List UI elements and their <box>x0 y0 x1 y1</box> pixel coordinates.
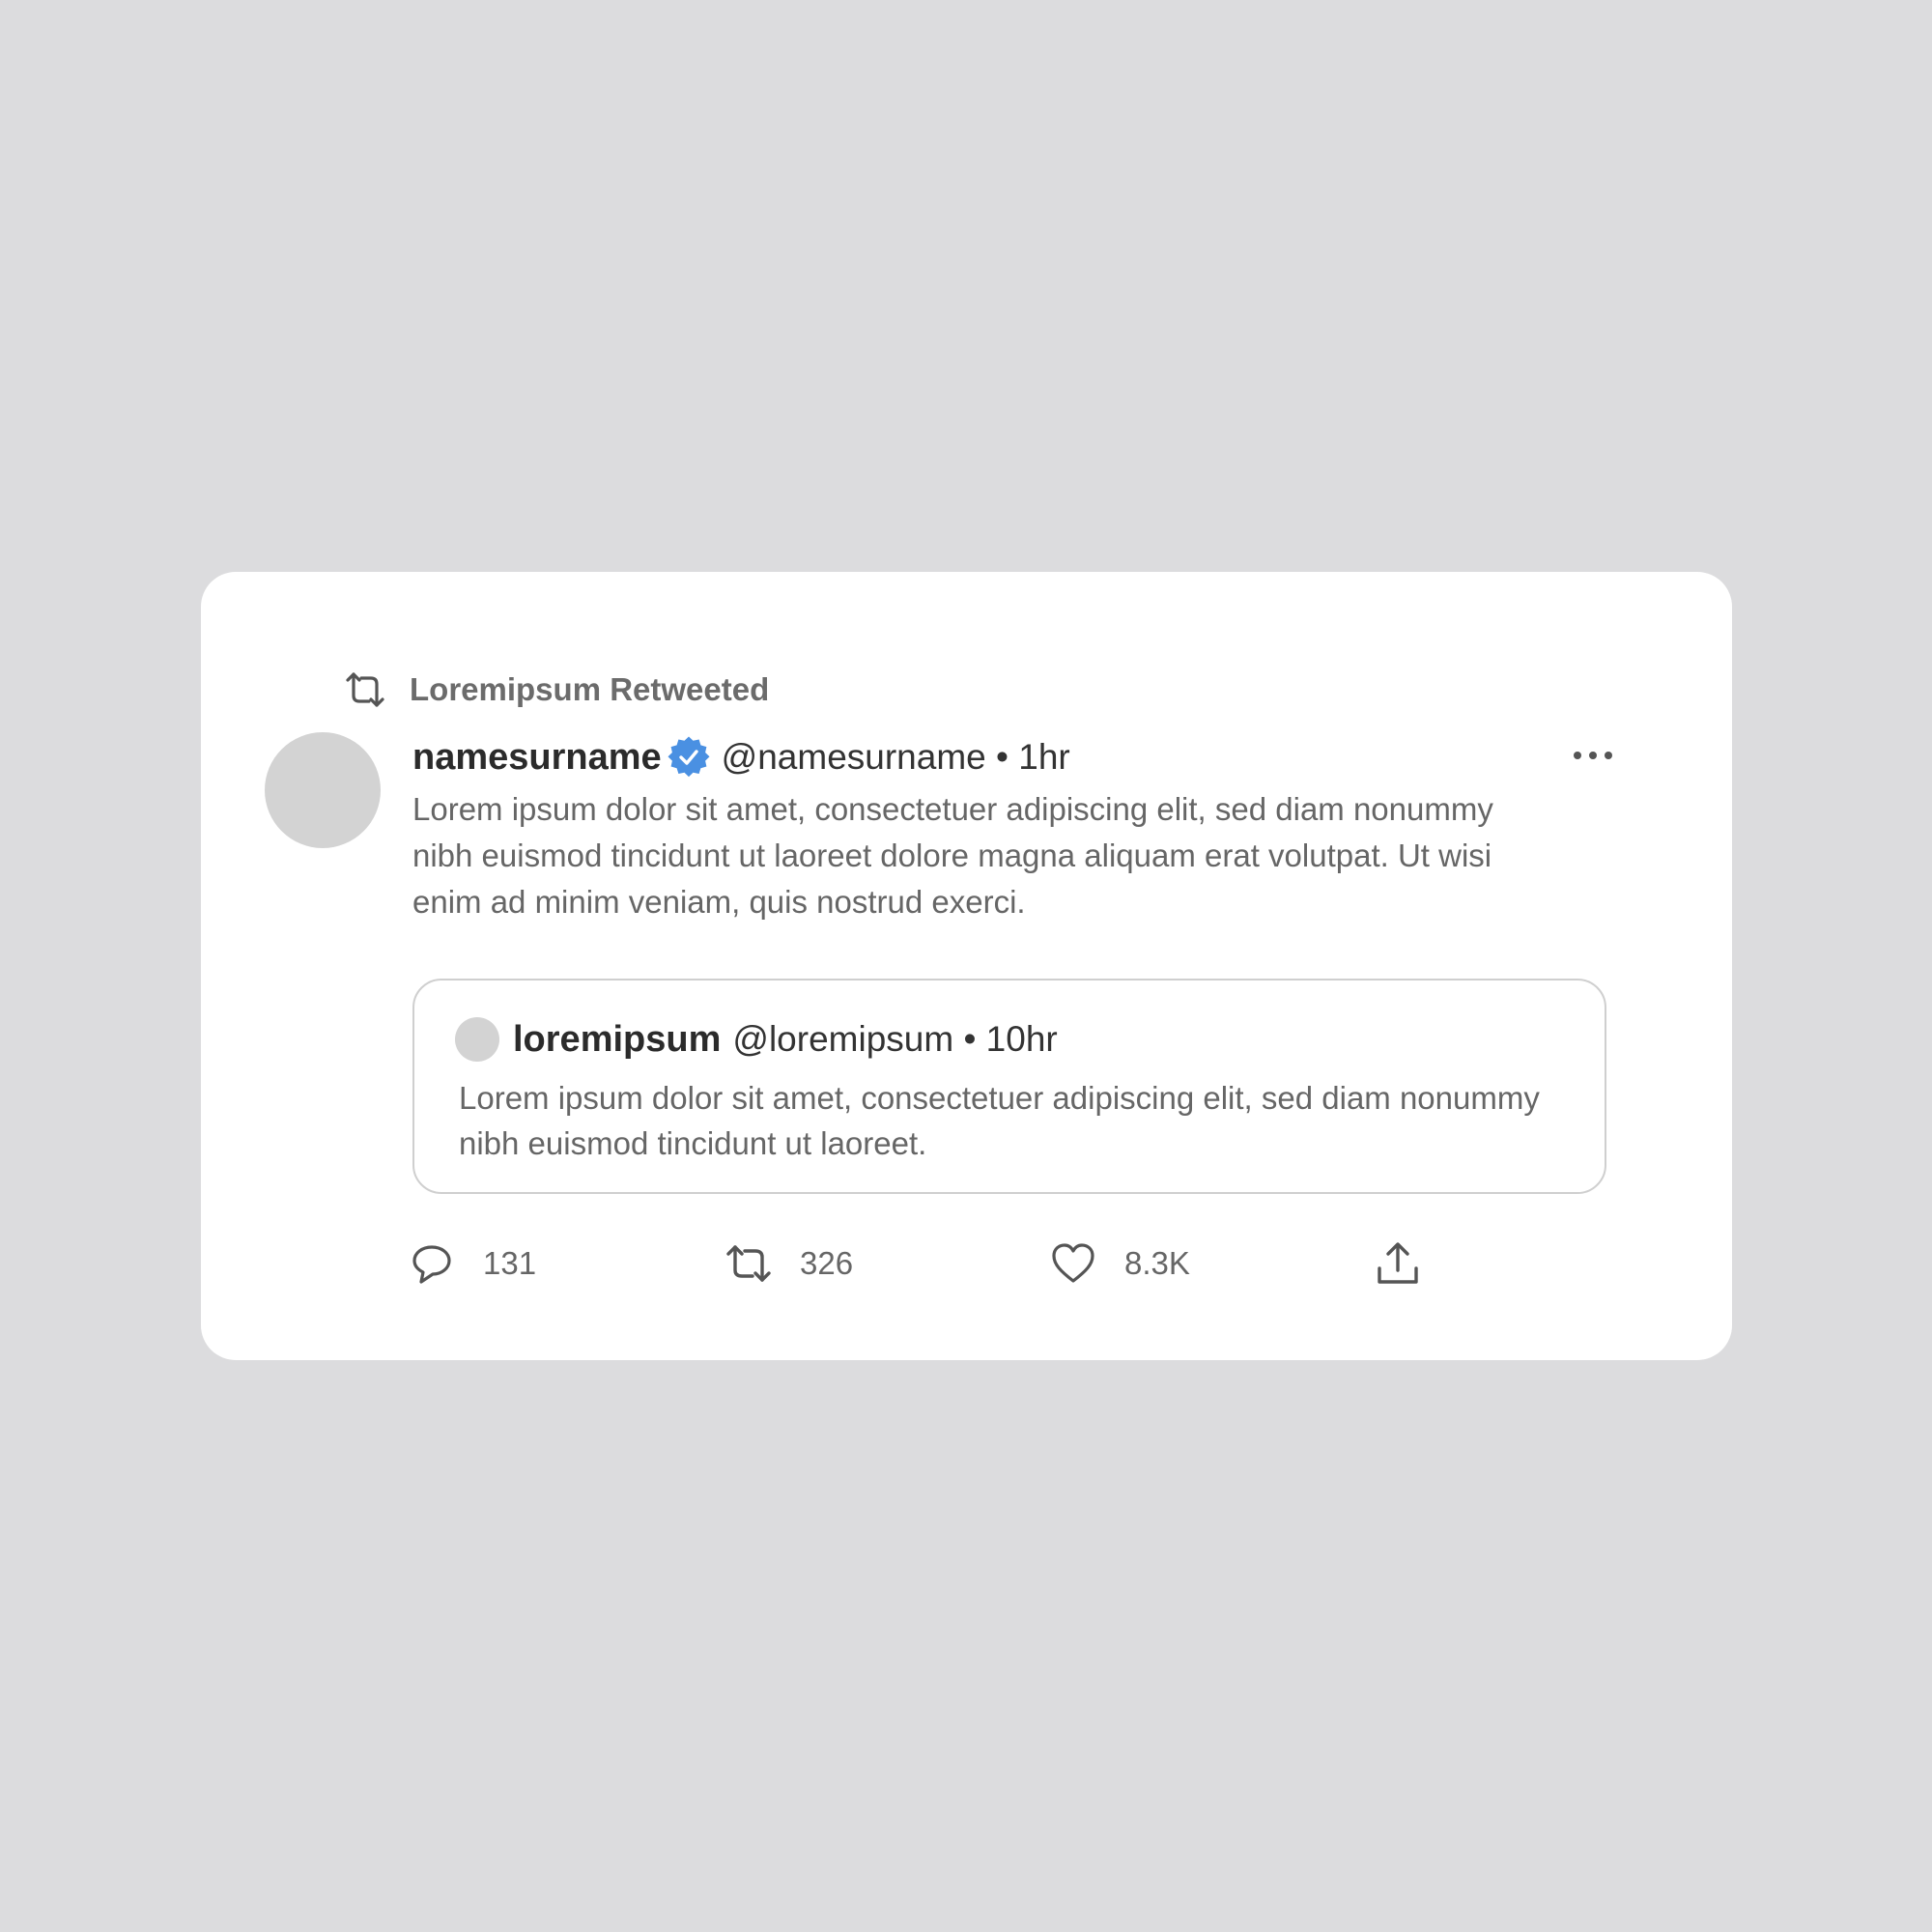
more-options-button[interactable] <box>1570 734 1616 781</box>
retweet-icon <box>724 1239 773 1288</box>
quoted-author-avatar <box>455 1017 499 1062</box>
retweet-count: 326 <box>800 1245 854 1281</box>
retweet-button[interactable]: 326 <box>724 1235 853 1293</box>
like-button[interactable]: 8.3K <box>1049 1235 1190 1293</box>
author-display-name[interactable]: namesurname <box>412 737 662 779</box>
more-horizontal-icon <box>1570 749 1616 766</box>
quoted-author-handle-and-time: @loremipsum • 10hr <box>732 1019 1058 1059</box>
tweet-body: Lorem ipsum dolor sit amet, consectetuer… <box>412 791 1493 920</box>
reply-count: 131 <box>483 1245 537 1281</box>
reply-button[interactable]: 131 <box>408 1235 536 1293</box>
tweet-card[interactable]: Loremipsum Retweeted namesurname @namesu… <box>201 572 1732 1360</box>
tweet-actions: 131 326 8.3K <box>408 1235 1519 1293</box>
retweet-banner-text[interactable]: Loremipsum Retweeted <box>410 671 769 708</box>
tweet-header: namesurname @namesurname • 1hr <box>412 732 1070 782</box>
reply-icon <box>408 1239 456 1288</box>
quoted-author-display-name: loremipsum <box>513 1018 722 1060</box>
share-icon <box>1374 1239 1422 1288</box>
heart-icon <box>1049 1239 1097 1288</box>
author-handle-and-time[interactable]: @namesurname • 1hr <box>722 737 1070 778</box>
author-avatar[interactable] <box>265 732 381 848</box>
like-count: 8.3K <box>1124 1245 1190 1281</box>
quoted-tweet[interactable]: loremipsum @loremipsum • 10hr Lorem ipsu… <box>412 979 1606 1194</box>
share-button[interactable] <box>1374 1235 1422 1293</box>
quoted-tweet-body: Lorem ipsum dolor sit amet, consectetuer… <box>459 1080 1540 1161</box>
retweet-banner: Loremipsum Retweeted <box>344 668 769 711</box>
verified-badge-icon <box>668 736 710 779</box>
retweet-icon <box>344 668 386 711</box>
quoted-tweet-header: loremipsum @loremipsum • 10hr <box>455 1015 1058 1064</box>
